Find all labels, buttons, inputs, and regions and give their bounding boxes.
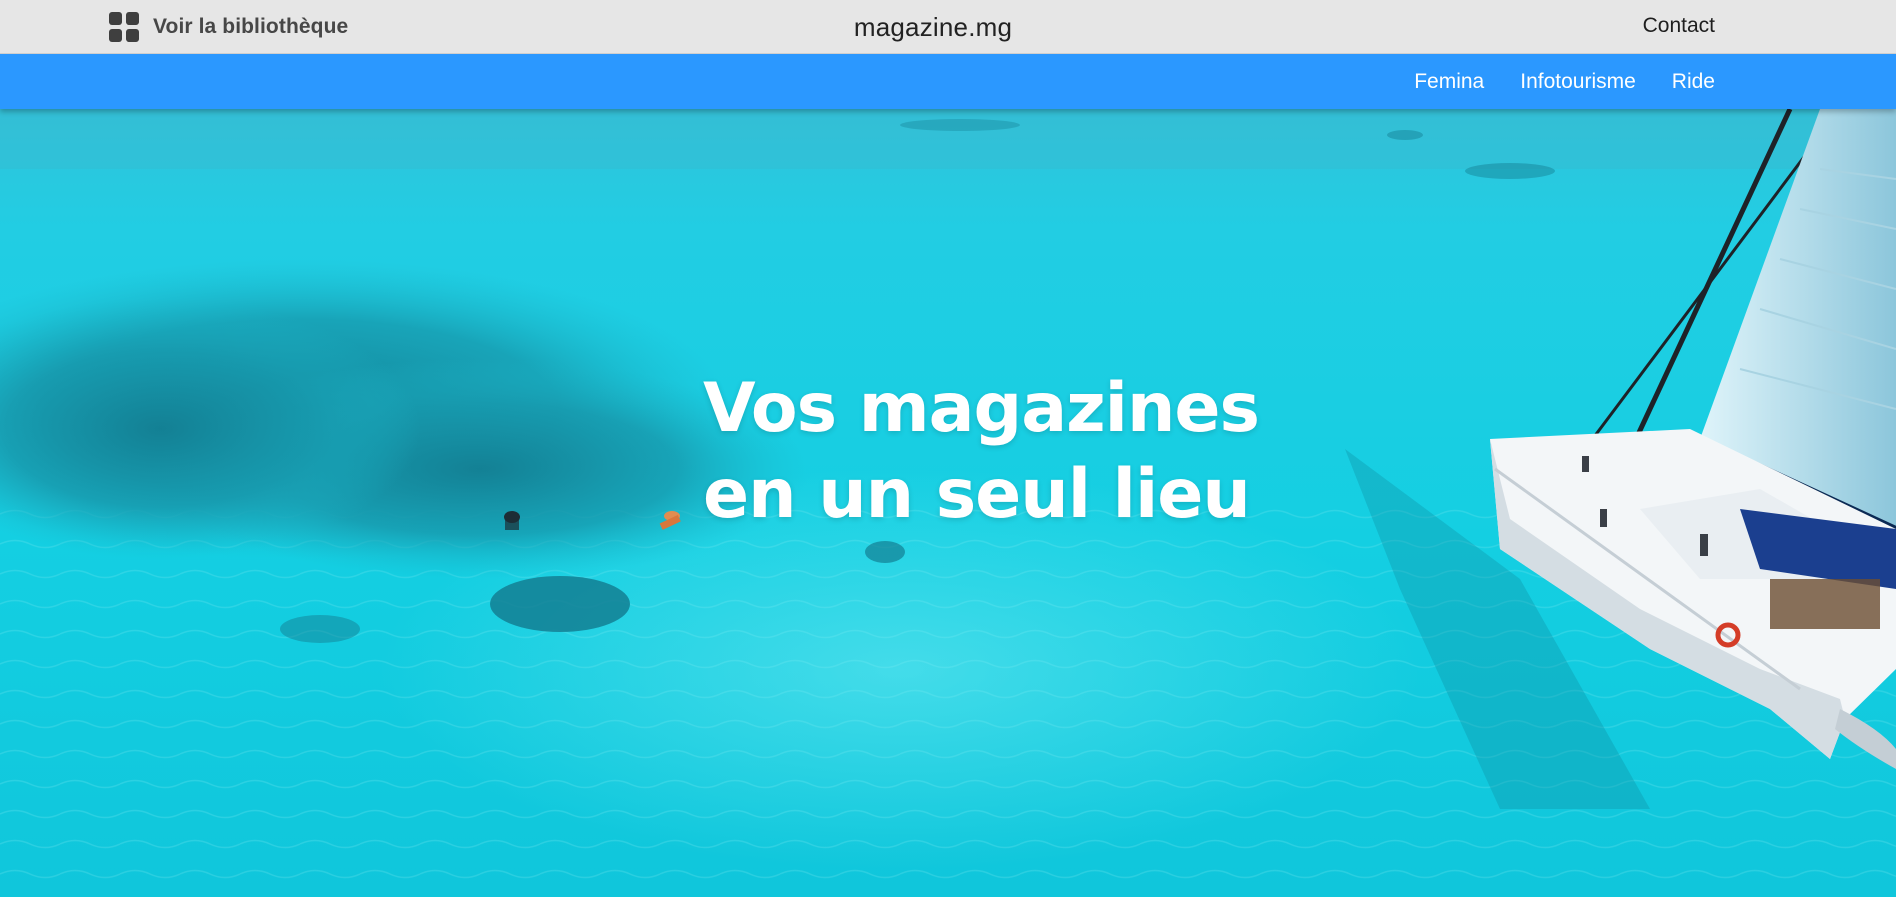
nav-item-femina[interactable]: Femina [1414,70,1484,94]
top-bar: Voir la bibliothèque magazine.mg Contact [0,0,1896,54]
nav-item-ride[interactable]: Ride [1672,70,1715,94]
contact-link[interactable]: Contact [1643,14,1715,38]
hero-title-line-2: en un seul lieu [703,455,1251,534]
hero-title: Vos magazines en un seul lieu [703,366,1403,538]
hero-title-line-1: Vos magazines [703,369,1260,448]
nav-item-infotourisme[interactable]: Infotourisme [1520,70,1636,94]
site-brand[interactable]: magazine.mg [0,12,1866,43]
main-nav: Femina Infotourisme Ride [0,54,1896,109]
hero-banner: Vos magazines en un seul lieu [0,109,1896,897]
nav-items: Femina Infotourisme Ride [1414,54,1715,109]
page: Voir la bibliothèque magazine.mg Contact… [0,0,1896,897]
